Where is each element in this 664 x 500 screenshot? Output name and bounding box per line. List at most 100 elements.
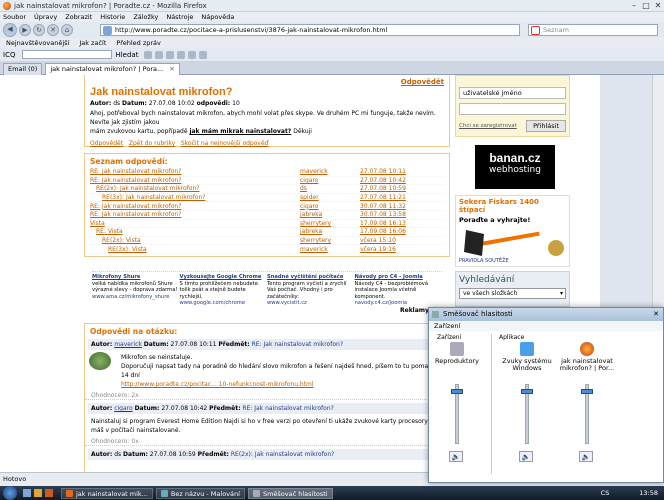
banan-ad[interactable]: banan.cz webhosting (475, 145, 555, 189)
password-input[interactable] (459, 103, 566, 115)
answers-list-author[interactable]: jabreka (300, 211, 360, 218)
taskbar-mixer[interactable]: Směšovač hlasitosti (247, 488, 333, 499)
ad-item[interactable]: Návody pro C4 - Joomla Návody C4 - bezpro… (355, 274, 441, 307)
answers-list-title-link[interactable]: RE(3x): Vista (90, 246, 300, 253)
answer-author[interactable]: ds (114, 451, 121, 458)
language-indicator[interactable]: CS (601, 489, 610, 497)
menu-upravy[interactable]: Úpravy (34, 13, 57, 21)
register-link[interactable]: Chci se zaregistrovat (459, 123, 517, 129)
volume-slider[interactable] (521, 384, 533, 444)
quicklaunch-icon[interactable] (23, 489, 31, 497)
clock[interactable]: 13:58 (639, 489, 658, 497)
ad-url[interactable]: navody.c4.cz/joomla (355, 300, 441, 307)
toolbar-icon[interactable] (199, 50, 208, 59)
taskbar-paint[interactable]: Bez názvu - Malování (155, 488, 245, 499)
ad-headline[interactable]: Vyzkoušejte Google Chrome (180, 274, 266, 281)
answers-list-date[interactable]: 27.07.08 10:42 (360, 177, 420, 184)
question-inline-link[interactable]: jak mám mikrak nainstalovat? (189, 128, 291, 135)
answers-list-date[interactable]: 30.07.08 11:32 (360, 203, 420, 210)
volume-slider[interactable] (451, 384, 463, 444)
mute-button[interactable]: 🔈 (579, 451, 593, 462)
toolbar-icon[interactable] (144, 50, 153, 59)
maximize-icon[interactable]: □ (640, 0, 652, 12)
quicklaunch-icon[interactable] (45, 489, 53, 497)
answers-list-row[interactable]: RE(2x): Vista sherrytery včera 15:10 (90, 237, 444, 246)
bookmark-item[interactable]: Nejnavštěvovanější (6, 39, 69, 47)
menu-soubor[interactable]: Soubor (3, 13, 26, 21)
answers-list-date[interactable]: 17.09.08 16:13 (360, 220, 420, 227)
answers-list-date[interactable]: 30.07.08 13:58 (360, 211, 420, 218)
answers-list-row[interactable]: RE: Jak nainstalovat mikrofon? cigaro 27.0… (90, 177, 444, 186)
close-icon[interactable]: ✕ (652, 0, 664, 12)
answers-list-title-link[interactable]: RE: Jak nainstalovat mikrofon? (90, 211, 300, 218)
hledat-button[interactable]: Hledat (115, 51, 138, 59)
answers-list-title-link[interactable]: RE: Jak nainstalovat mikrofon? (90, 203, 300, 210)
back-icon[interactable]: ◀ (3, 23, 17, 37)
ad-url[interactable]: www.ama.cz/mikrofony_shure (92, 294, 178, 301)
answers-list-title-link[interactable]: RE(3x): Jak nainstalovat mikrofon? (90, 194, 300, 201)
answers-list-date[interactable]: 17.09.08 16:06 (360, 228, 420, 235)
start-icon[interactable] (3, 486, 17, 500)
answers-list-author[interactable]: maverick (300, 246, 360, 253)
ad-item[interactable]: Mikrofony Shure velká nabídka mikrofonů S… (92, 274, 178, 300)
answers-list-row[interactable]: RE: Vista jabreka 17.09.08 16:06 (90, 228, 444, 237)
answers-list-row[interactable]: RE(3x): Jak nainstalovat mikrofon? spider… (90, 194, 444, 203)
tab-email[interactable]: Email (0) (3, 62, 43, 75)
forward-icon[interactable]: ▶ (19, 24, 31, 36)
answers-list-title-link[interactable]: Vista (90, 220, 300, 227)
answer-author[interactable]: maverick (114, 341, 142, 348)
stop-icon[interactable]: ✕ (47, 24, 59, 36)
mixer-menu-item[interactable]: Zařízení (434, 322, 460, 330)
home-icon[interactable]: ⌂ (61, 24, 73, 36)
answers-list-date[interactable]: 27.07.08 10:11 (360, 168, 420, 175)
answers-list-date[interactable]: včera 19:16 (360, 246, 420, 253)
toolbar-icon[interactable] (177, 50, 186, 59)
ad-headline[interactable]: Snadné vyčištění počítače (267, 274, 353, 281)
username-input[interactable]: uživatelské jméno (459, 87, 566, 99)
answer-link[interactable]: Odpovědět (90, 140, 123, 147)
answers-list-row[interactable]: RE: Jak nainstalovat mikrofon? cigaro 30.0… (90, 202, 444, 211)
volume-slider[interactable] (581, 384, 593, 444)
answers-list-row[interactable]: RE: Jak nainstalovat mikrofon? maverick 27… (90, 168, 444, 177)
fiskars-ad[interactable]: Sekera Fiskars 1400 štípací Poraďte a vy… (455, 195, 570, 267)
slider-thumb[interactable] (581, 389, 593, 395)
mute-button[interactable]: 🔈 (449, 451, 463, 462)
close-icon[interactable]: ✕ (653, 308, 659, 321)
answers-list-author[interactable]: cigaro (300, 177, 360, 184)
answer-link-top[interactable]: Odpovědět (90, 78, 444, 86)
mute-button[interactable]: 🔈 (519, 451, 533, 462)
search-scope-select[interactable]: ve všech složkách ▾ (459, 288, 566, 299)
answers-list-author[interactable]: ds (300, 185, 360, 192)
answers-list-row[interactable]: Vista sherrytery 17.09.08 16:13 (90, 220, 444, 229)
answers-list-date[interactable]: 27.07.08 11:21 (360, 194, 420, 201)
menu-historie[interactable]: Historie (100, 13, 125, 21)
icq-label[interactable]: ICQ (3, 51, 15, 59)
close-tab-icon[interactable]: ✕ (169, 64, 174, 75)
answers-list-author[interactable]: spider (300, 194, 360, 201)
answers-list-row[interactable]: RE(3x): Vista maverick včera 19:16 (90, 245, 444, 254)
slider-thumb[interactable] (521, 389, 533, 395)
toolbar-icon[interactable] (166, 50, 175, 59)
menu-nastroje[interactable]: Nástroje (166, 13, 193, 21)
answers-list-row[interactable]: RE(2x): Jak nainstalovat mikrofon? ds 27.0… (90, 185, 444, 194)
answers-list-title-link[interactable]: RE: Jak nainstalovat mikrofon? (90, 177, 300, 184)
tab-active[interactable]: jak nainstalovat mikrofon? | Pora... ✕ (45, 62, 180, 75)
url-bar[interactable]: http://www.poradte.cz/pocitace-a-prislus… (100, 24, 520, 36)
bookmark-item[interactable]: Přehled zpráv (116, 39, 161, 47)
minimize-icon[interactable]: – (628, 0, 640, 12)
answers-list-title-link[interactable]: RE(2x): Jak nainstalovat mikrofon? (90, 185, 300, 192)
answers-list-title-link[interactable]: RE(2x): Vista (90, 237, 300, 244)
ad-url[interactable]: www.vycistit.cz (267, 300, 353, 307)
answers-list-author[interactable]: maverick (300, 168, 360, 175)
answers-list-title-link[interactable]: RE: Jak nainstalovat mikrofon? (90, 168, 300, 175)
answers-list-title-link[interactable]: RE: Vista (90, 228, 300, 235)
search-bar[interactable]: Seznam (528, 24, 658, 36)
quicklaunch-icon[interactable] (34, 489, 42, 497)
answer-link[interactable]: http://www.poradte.cz/pocitac... 10-nefu… (121, 380, 443, 389)
slider-thumb[interactable] (451, 389, 463, 395)
taskbar-firefox[interactable]: jak nainstalovat mik... (61, 488, 153, 499)
menu-zalozky[interactable]: Záložky (133, 13, 158, 21)
login-button[interactable]: Přihlásit (526, 120, 566, 132)
answers-list-author[interactable]: jabreka (300, 228, 360, 235)
menu-zobrazit[interactable]: Zobrazit (65, 13, 92, 21)
